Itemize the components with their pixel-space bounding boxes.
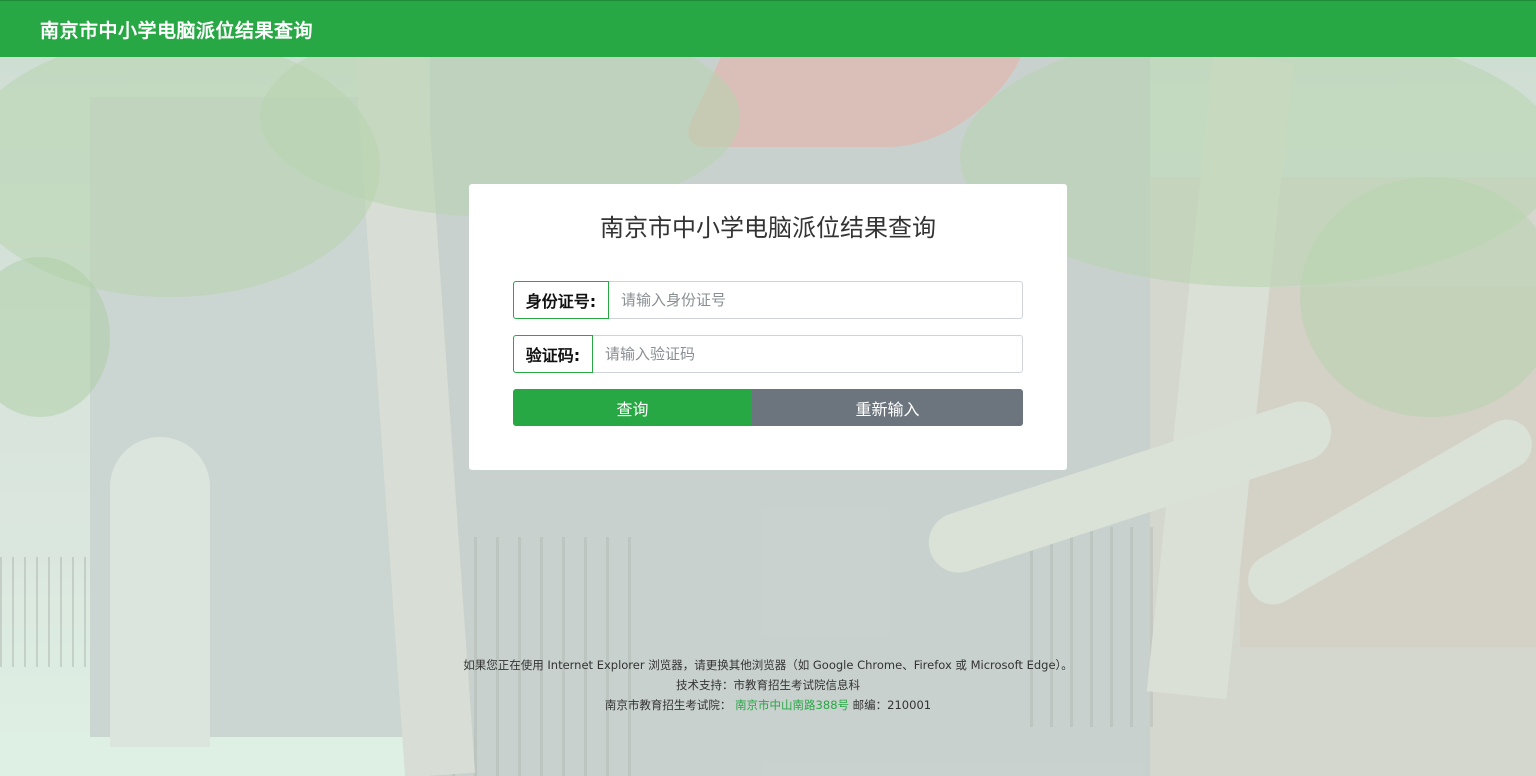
id-number-group: 身份证号: xyxy=(513,281,1023,319)
address-text: 南京市中山南路388号 xyxy=(735,698,850,712)
button-group: 查询 重新输入 xyxy=(513,389,1023,426)
footer: 如果您正在使用 Internet Explorer 浏览器，请更换其他浏览器（如… xyxy=(0,655,1536,715)
tech-support: 技术支持：市教育招生考试院信息科 xyxy=(676,678,860,692)
captcha-label: 验证码: xyxy=(513,335,593,373)
id-number-input[interactable] xyxy=(609,281,1023,319)
org-name: 南京市教育招生考试院： xyxy=(604,698,732,712)
navbar-brand[interactable]: 南京市中小学电脑派位结果查询 xyxy=(40,16,313,43)
card-title: 南京市中小学电脑派位结果查询 xyxy=(600,214,936,242)
id-number-label: 身份证号: xyxy=(513,281,609,319)
query-card: 南京市中小学电脑派位结果查询 身份证号: 验证码: 查询 重新输入 xyxy=(469,184,1067,470)
postcode-text: 邮编：210001 xyxy=(852,698,932,712)
contact-line: 南京市教育招生考试院： 南京市中山南路388号 邮编：210001 xyxy=(0,695,1536,715)
captcha-group: 验证码: xyxy=(513,335,1023,373)
search-button[interactable]: 查询 xyxy=(513,389,752,426)
browser-notice: 如果您正在使用 Internet Explorer 浏览器，请更换其他浏览器（如… xyxy=(463,658,1073,672)
reset-button[interactable]: 重新输入 xyxy=(752,389,1023,426)
captcha-input[interactable] xyxy=(593,335,1023,373)
top-navbar: 南京市中小学电脑派位结果查询 xyxy=(0,0,1536,57)
